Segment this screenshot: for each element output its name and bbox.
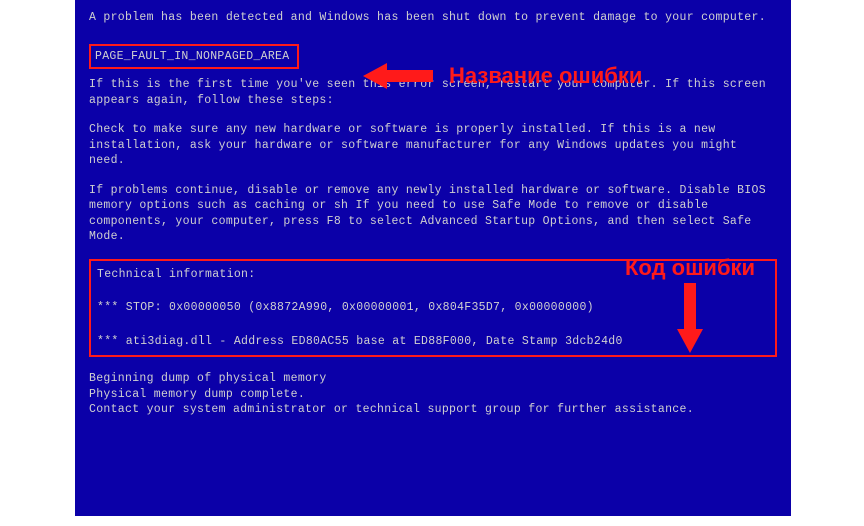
- annotation-error-code-label: Код ошибки: [625, 255, 755, 281]
- bsod-instructions-3: If problems continue, disable or remove …: [89, 183, 777, 245]
- annotation-error-name: Название ошибки: [363, 61, 642, 91]
- annotation-error-code: Код ошибки: [625, 255, 755, 353]
- bsod-instructions-2: Check to make sure any new hardware or s…: [89, 122, 777, 169]
- bsod-intro-text: A problem has been detected and Windows …: [89, 10, 777, 26]
- memory-dump-line-2: Physical memory dump complete.: [89, 387, 777, 403]
- annotation-error-name-label: Название ошибки: [449, 63, 642, 89]
- memory-dump-line-3: Contact your system administrator or tec…: [89, 402, 777, 418]
- arrow-down-icon: [675, 283, 705, 353]
- arrow-left-icon: [363, 61, 433, 91]
- error-name-highlight-box: PAGE_FAULT_IN_NONPAGED_AREA: [89, 44, 299, 70]
- error-name-text: PAGE_FAULT_IN_NONPAGED_AREA: [95, 50, 289, 63]
- memory-dump-line-1: Beginning dump of physical memory: [89, 371, 777, 387]
